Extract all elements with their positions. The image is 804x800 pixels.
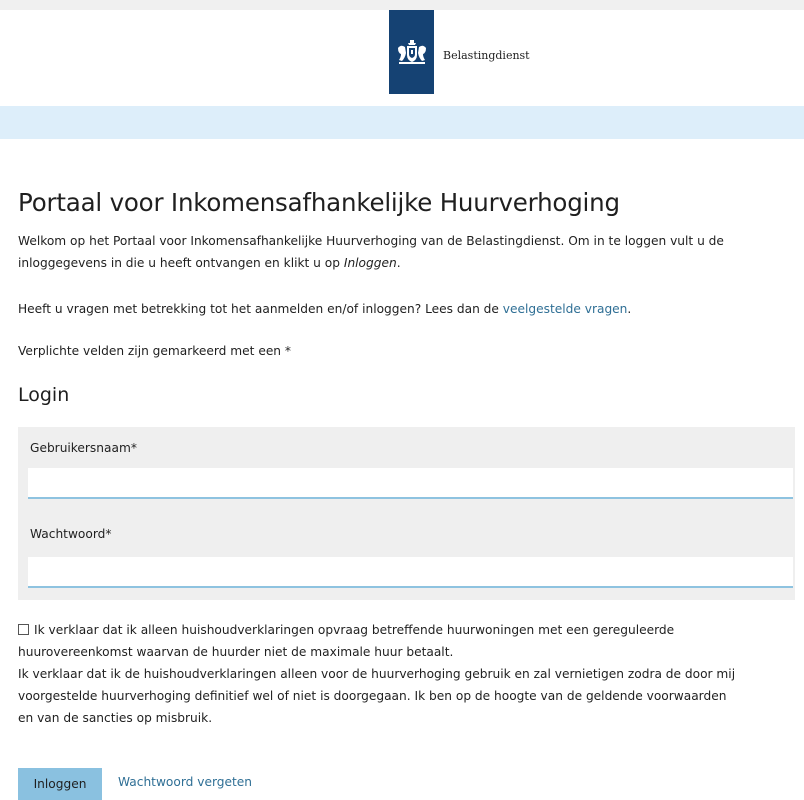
top-strip xyxy=(0,0,804,10)
username-input[interactable] xyxy=(28,468,793,499)
intro-inloggen-emphasis: Inloggen xyxy=(343,256,397,270)
forgot-password-link[interactable]: Wachtwoord vergeten xyxy=(118,775,252,789)
rijksoverheid-logo xyxy=(389,10,434,94)
questions-text: Heeft u vragen met betrekking tot het aa… xyxy=(18,302,503,316)
login-heading: Login xyxy=(18,384,70,406)
intro-line-2-end: . xyxy=(396,256,401,270)
login-form: Gebruikersnaam* Wachtwoord* xyxy=(18,427,795,600)
header-band xyxy=(0,106,804,139)
password-input[interactable] xyxy=(28,557,793,588)
declaration-line-2: huurovereenkomst waarvan de huurder niet… xyxy=(18,645,454,659)
declaration-line-4: voorgestelde huurverhoging definitief we… xyxy=(18,689,727,703)
intro-line-2: inloggegevens in die u heeft ontvangen e… xyxy=(18,252,401,274)
required-fields-note: Verplichte velden zijn gemarkeerd met ee… xyxy=(18,344,292,358)
coat-of-arms-icon xyxy=(397,40,426,64)
site-header: Belastingdienst xyxy=(0,10,804,106)
faq-link[interactable]: veelgestelde vragen xyxy=(503,302,628,316)
declaration-checkbox[interactable] xyxy=(18,624,29,635)
logo-text: Belastingdienst xyxy=(443,49,530,62)
questions-paragraph: Heeft u vragen met betrekking tot het aa… xyxy=(18,298,631,320)
username-label: Gebruikersnaam* xyxy=(30,441,137,455)
declaration-line-5: en van de sancties op misbruik. xyxy=(18,711,213,725)
intro-line-2-text: inloggegevens in die u heeft ontvangen e… xyxy=(18,256,344,270)
questions-end: . xyxy=(627,302,632,316)
intro-line-1: Welkom op het Portaal voor Inkomensafhan… xyxy=(18,234,724,248)
declaration-line-3: Ik verklaar dat ik de huishoudverklaring… xyxy=(18,667,736,681)
declaration-line-1: Ik verklaar dat ik alleen huishoudverkla… xyxy=(34,623,675,637)
login-button[interactable]: Inloggen xyxy=(18,768,102,800)
page-title: Portaal voor Inkomensafhankelijke Huurve… xyxy=(18,188,620,217)
password-label: Wachtwoord* xyxy=(30,527,112,541)
